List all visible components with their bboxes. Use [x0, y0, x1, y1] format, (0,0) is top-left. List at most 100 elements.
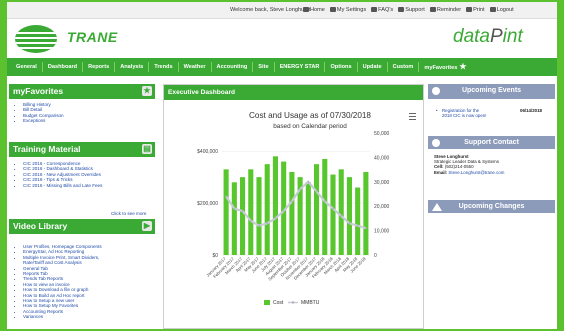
mmbtu-point: [307, 180, 310, 183]
reminder-link[interactable]: Reminder: [429, 7, 461, 13]
cost-bar: [330, 174, 336, 255]
nav-general[interactable]: General: [11, 62, 43, 72]
video-list: User Profiles, Homepage Components Energ…: [23, 244, 153, 320]
app-frame: Welcome back, Steve Longhurst Home My Se…: [7, 2, 557, 329]
mmbtu-point: [332, 207, 334, 210]
calendar-icon: [432, 87, 440, 95]
legend-mmbtu-marker: [291, 301, 295, 304]
legend-mmbtu-label: MMBTU: [301, 300, 320, 306]
list-item[interactable]: Exceptions: [23, 118, 153, 123]
nav-analysis[interactable]: Analysis: [115, 62, 150, 72]
document-icon[interactable]: ▤: [142, 144, 152, 154]
training-list: CIC 2016 - Correspondence CIC 2016 - Das…: [23, 161, 153, 188]
product-logo: dataPint: [453, 26, 523, 47]
y-right-tick-label: 30,000: [374, 180, 390, 186]
support-contact-header: Support Contact: [428, 136, 555, 149]
video-panel-header: Video Library ▶: [9, 219, 155, 234]
question-icon: [371, 7, 378, 12]
right-sidebar: Upcoming Events • Registration for the 2…: [428, 84, 555, 329]
mmbtu-point: [290, 200, 293, 203]
event-date: 06/14/2018: [520, 108, 542, 113]
mmbtu-point: [364, 227, 367, 230]
legend-cost-swatch: [264, 300, 270, 305]
cost-bar: [223, 169, 229, 255]
nav-trends[interactable]: Trends: [149, 62, 179, 72]
wrench-icon: [398, 7, 405, 12]
settings-icon: [329, 7, 336, 12]
mmbtu-point: [323, 200, 326, 203]
nav-options[interactable]: Options: [325, 62, 358, 72]
main-nav: General Dashboard Reports Analysis Trend…: [7, 58, 557, 76]
training-panel-header: Training Material ▤: [9, 142, 155, 157]
nav-accounting[interactable]: Accounting: [212, 62, 254, 72]
left-sidebar: myFavorites ★ Billing History Bill Detai…: [9, 84, 159, 329]
mmbtu-point: [348, 222, 351, 225]
nav-site[interactable]: Site: [253, 62, 275, 72]
upcoming-events-header: Upcoming Events: [428, 84, 555, 99]
legend-cost-label: Cost: [273, 300, 284, 306]
mmbtu-line: [225, 180, 367, 230]
y-right-tick-label: 40,000: [374, 155, 390, 161]
star-icon[interactable]: ★: [142, 86, 152, 96]
cost-bar: [322, 158, 328, 255]
mmbtu-point: [241, 210, 244, 212]
print-link[interactable]: Print: [466, 7, 485, 13]
cost-bar: [314, 164, 320, 255]
cost-usage-chart: $0 $200,000 $400,000 0 10,000 20,000 30,000 40,…: [197, 131, 390, 306]
nav-energy-star[interactable]: ENERGY STAR: [275, 62, 326, 72]
event-link[interactable]: Registration for the 2018 CIC is now ope…: [442, 108, 486, 118]
mmbtu-point: [266, 222, 269, 225]
event-bullet: •: [436, 108, 438, 113]
trane-logo-icon: [15, 25, 57, 53]
y-right-tick-label: 0: [374, 253, 377, 259]
support-contact-details: Steve Longhurst Strategic Leader Data & …: [434, 154, 552, 175]
cost-bar: [338, 169, 344, 255]
mmbtu-point: [356, 224, 359, 227]
list-item[interactable]: CIC 2016 - Missing Bills and Late Fees: [23, 183, 153, 188]
my-settings-link[interactable]: My Settings: [329, 7, 366, 13]
nav-update[interactable]: Update: [358, 62, 388, 72]
contact-email-link[interactable]: Steve.Longhurst@trane.com: [448, 170, 504, 175]
support-link[interactable]: Support: [398, 7, 425, 13]
phone-icon: [432, 139, 440, 147]
mmbtu-point: [225, 195, 228, 198]
mmbtu-point: [299, 188, 302, 191]
mmbtu-point: [258, 224, 260, 227]
y-left-tick-label: $200,000: [197, 201, 218, 207]
brand-name: TRANE: [67, 29, 118, 45]
play-icon[interactable]: ▶: [142, 221, 152, 231]
cost-bar: [305, 182, 311, 255]
mmbtu-point: [340, 215, 343, 217]
warning-icon: [432, 203, 442, 211]
y-right-tick-label: 10,000: [374, 229, 390, 235]
top-utility-bar: Welcome back, Steve Longhurst Home My Se…: [7, 2, 557, 19]
printer-icon: [466, 7, 473, 12]
logout-link[interactable]: Logout: [489, 7, 514, 13]
cost-bar: [240, 177, 246, 255]
y-left-tick-label: $0: [212, 253, 218, 259]
header: TRANE dataPint: [7, 19, 557, 57]
welcome-text: Welcome back, Steve Longhurst: [230, 7, 311, 13]
executive-dashboard-panel: Executive Dashboard Cost and Usage as of…: [163, 84, 424, 329]
nav-reports[interactable]: Reports: [83, 62, 116, 72]
cost-bar: [272, 156, 278, 255]
cost-bar: [289, 171, 295, 255]
cost-bar: [256, 177, 262, 255]
y-right-tick-label: 50,000: [374, 131, 390, 137]
cost-bar: [231, 182, 237, 255]
star-icon: ★: [459, 61, 467, 71]
list-item[interactable]: Variances: [23, 314, 153, 319]
y-right-tick-label: 20,000: [374, 204, 390, 210]
cost-bar: [346, 177, 352, 255]
nav-weather[interactable]: Weather: [179, 62, 212, 72]
favorites-list: Billing History Bill Detail Budget Compa…: [23, 102, 153, 124]
faq-link[interactable]: FAQ's: [371, 7, 393, 13]
flag-icon: [429, 7, 436, 12]
mmbtu-point: [274, 217, 277, 220]
nav-myfavorites[interactable]: myFavorites ★: [419, 62, 471, 73]
nav-dashboard[interactable]: Dashboard: [43, 62, 84, 72]
cost-bar: [248, 169, 254, 255]
click-to-see-more-link[interactable]: Click to see more: [111, 211, 147, 216]
nav-custom[interactable]: Custom: [388, 62, 420, 72]
home-link[interactable]: Home: [303, 7, 325, 13]
